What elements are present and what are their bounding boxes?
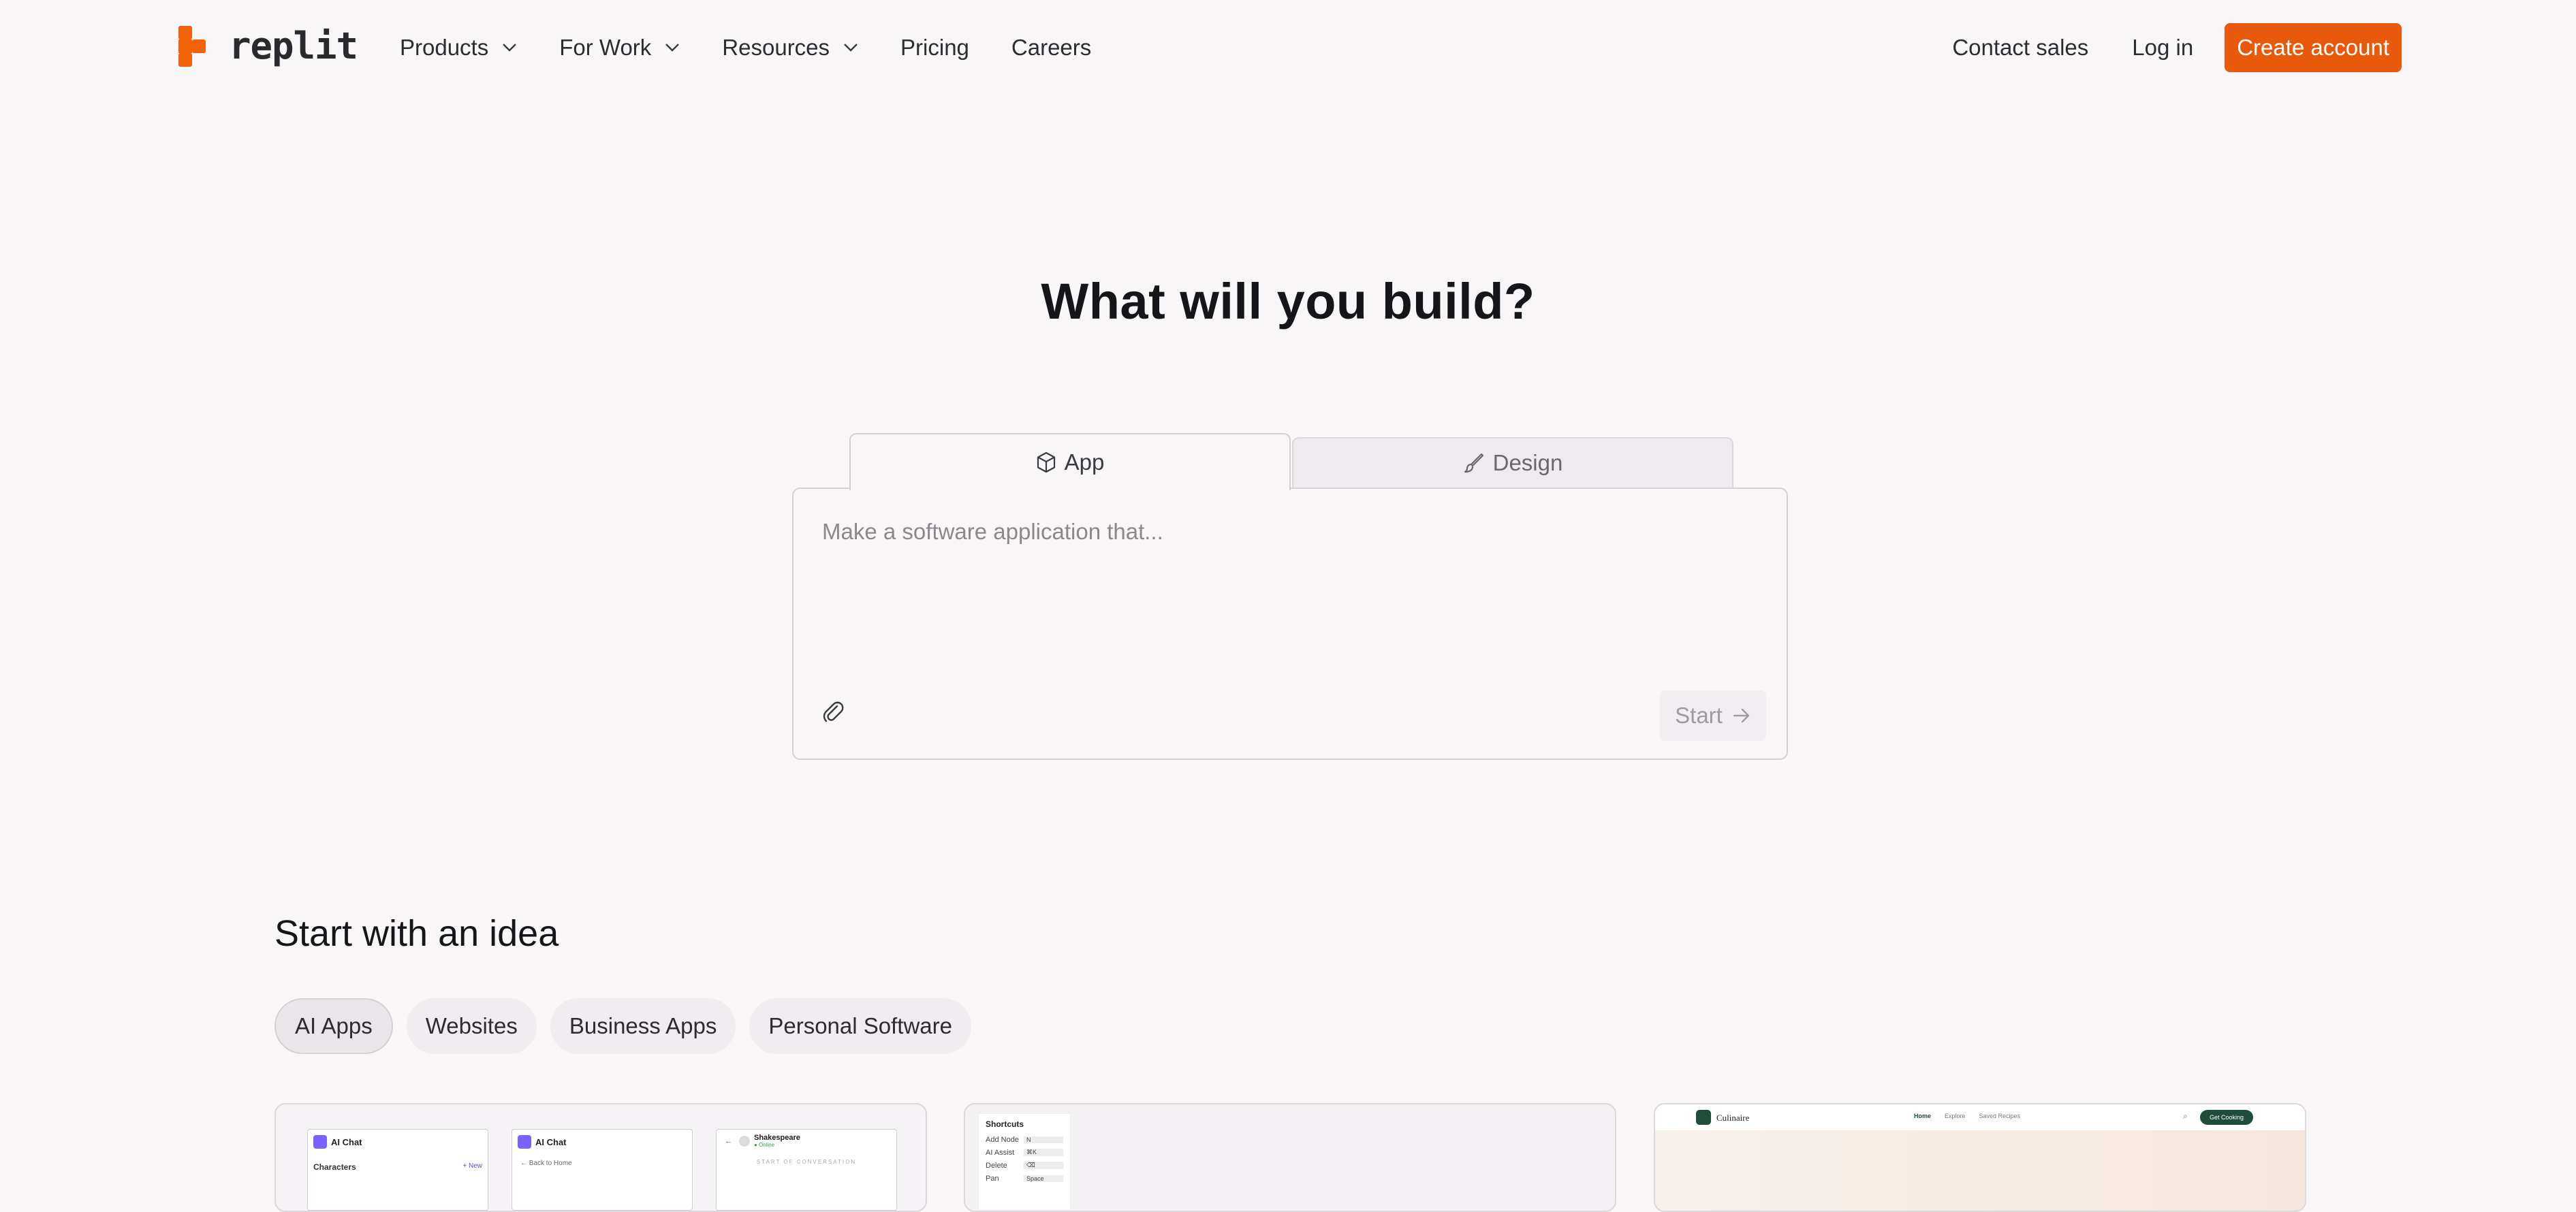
characters-heading: Characters	[313, 1162, 356, 1172]
chip-personal-software[interactable]: Personal Software	[749, 998, 971, 1054]
arrow-right-icon	[1732, 707, 1751, 724]
ideas-section-title: Start with an idea	[274, 913, 559, 954]
shortcut-action: Pan	[986, 1174, 999, 1183]
get-cooking-button: Get Cooking	[2200, 1110, 2254, 1125]
idea-card-culinaire[interactable]: Culinaire Home Explore Saved Recipes ⌕ G…	[1654, 1103, 2306, 1212]
idea-card-ai-chat[interactable]: AI Chat Characters + New AI Chat ← Back t…	[274, 1103, 927, 1212]
prompt-box: Start	[792, 488, 1788, 760]
culinaire-link-explore: Explore	[1945, 1113, 1966, 1119]
nav-careers[interactable]: Careers	[1011, 35, 1091, 61]
nav-for-work-label: For Work	[559, 35, 652, 60]
ai-chat-preview-characters: AI Chat Characters + New	[307, 1129, 488, 1211]
back-to-home-link: ← Back to Home	[520, 1160, 572, 1167]
replit-logo-icon	[178, 26, 206, 67]
start-button-label: Start	[1675, 703, 1723, 728]
app-badge-icon	[518, 1135, 531, 1149]
paperclip-icon[interactable]	[822, 700, 844, 727]
prompt-input[interactable]	[821, 517, 1763, 670]
chip-websites[interactable]: Websites	[406, 998, 537, 1054]
persona-status: ● Online	[754, 1142, 775, 1148]
chip-ai-apps[interactable]: AI Apps	[274, 998, 393, 1054]
nav-pricing-label: Pricing	[900, 35, 969, 60]
nav-for-work[interactable]: For Work	[559, 35, 680, 61]
idea-category-chips: AI Apps Websites Business Apps Personal …	[274, 998, 985, 1054]
start-button[interactable]: Start	[1660, 690, 1766, 741]
culinaire-link-saved: Saved Recipes	[1979, 1113, 2021, 1119]
back-arrow-icon: ←	[725, 1136, 732, 1145]
shortcut-action: Delete	[986, 1161, 1007, 1170]
chevron-down-icon	[665, 43, 680, 52]
shortcuts-title: Shortcuts	[986, 1119, 1024, 1129]
log-in-link[interactable]: Log in	[2132, 35, 2193, 61]
chevron-down-icon	[502, 43, 517, 52]
app-badge-icon	[313, 1135, 327, 1149]
new-character-link: + New	[462, 1162, 482, 1170]
shortcuts-panel: Shortcuts Add Node N AI Assist ⌘K Delete ⌫ …	[979, 1114, 1070, 1209]
culinaire-navbar: Culinaire Home Explore Saved Recipes ⌕ G…	[1655, 1104, 2305, 1130]
nav-pricing[interactable]: Pricing	[900, 35, 969, 61]
shortcut-key: N	[1024, 1136, 1063, 1143]
shortcut-key: ⌘K	[1024, 1149, 1063, 1156]
chevron-down-icon	[843, 43, 858, 52]
culinaire-links: Home Explore Saved Recipes	[1914, 1113, 2020, 1119]
brush-icon	[1463, 452, 1485, 474]
shortcut-row: Pan Space	[986, 1172, 1063, 1185]
ai-chat-preview-back: AI Chat ← Back to Home	[512, 1129, 693, 1211]
replit-logo[interactable]: replit	[178, 26, 358, 67]
shortcut-row: Delete ⌫	[986, 1159, 1063, 1172]
cube-icon	[1036, 451, 1056, 473]
shortcut-key: ⌫	[1024, 1162, 1063, 1169]
tab-design[interactable]: Design	[1292, 437, 1733, 488]
nav-resources-label: Resources	[722, 35, 830, 60]
create-account-button[interactable]: Create account	[2225, 23, 2402, 72]
search-icon: ⌕	[2183, 1111, 2188, 1121]
chip-business-apps[interactable]: Business Apps	[550, 998, 736, 1054]
culinaire-hero	[1655, 1130, 2305, 1211]
shortcut-action: AI Assist	[986, 1148, 1015, 1157]
shortcut-action: Add Node	[986, 1135, 1019, 1144]
avatar	[739, 1135, 750, 1147]
top-navbar: replit Products For Work Resources Prici…	[0, 0, 2576, 95]
nav-careers-label: Careers	[1011, 35, 1092, 60]
persona-name: Shakespeare	[754, 1134, 800, 1142]
shortcut-row: Add Node N	[986, 1133, 1063, 1146]
app-name: AI Chat	[331, 1136, 362, 1147]
ai-chat-preview-conversation: ← Shakespeare ● Online START OF CONVERSAT…	[716, 1129, 897, 1211]
culinaire-brand: Culinaire	[1716, 1113, 1750, 1123]
app-name: AI Chat	[535, 1136, 567, 1147]
nav-products-label: Products	[400, 35, 489, 60]
nav-actions: Contact sales Log in Create account	[1952, 23, 2402, 72]
contact-sales-link[interactable]: Contact sales	[1952, 35, 2088, 61]
hero-title: What will you build?	[1041, 273, 1535, 330]
chef-hat-icon	[1696, 1110, 1711, 1125]
nav-resources[interactable]: Resources	[722, 35, 858, 61]
culinaire-link-home: Home	[1914, 1113, 1932, 1119]
tab-design-label: Design	[1492, 450, 1563, 475]
idea-card-shortcuts[interactable]: Shortcuts Add Node N AI Assist ⌘K Delete ⌫ …	[964, 1103, 1616, 1212]
nav-products[interactable]: Products	[400, 35, 517, 61]
shortcut-key: Space	[1024, 1175, 1063, 1182]
shortcut-row: AI Assist ⌘K	[986, 1146, 1063, 1159]
conversation-divider: START OF CONVERSATION	[756, 1159, 857, 1165]
tab-app[interactable]: App	[849, 433, 1291, 490]
tab-app-label: App	[1064, 449, 1105, 475]
nav-links: Products For Work Resources Pricing Care…	[400, 29, 1133, 67]
brand-name: replit	[229, 25, 358, 67]
